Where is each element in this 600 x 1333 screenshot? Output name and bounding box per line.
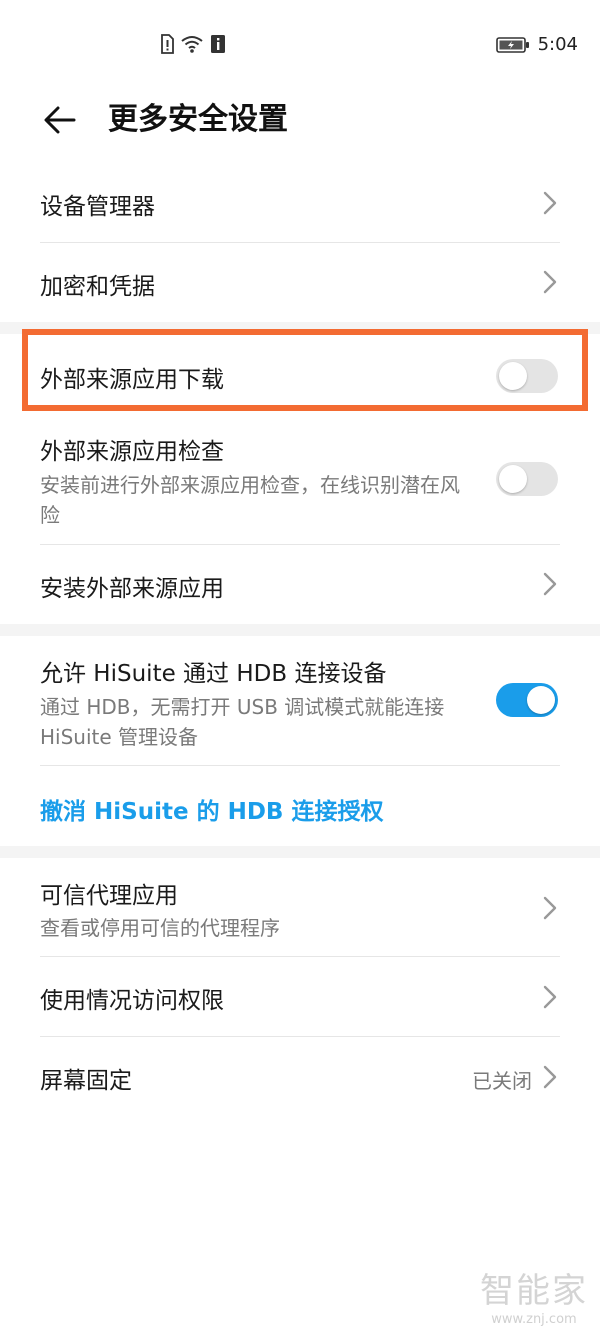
status-icons [160,34,226,54]
section-gap [0,624,600,636]
chevron-right-icon [543,896,557,920]
toggle-knob [499,465,527,493]
item-label: 安装外部来源应用 [40,576,224,602]
settings-item-screen-pin[interactable]: 屏幕固定 已关闭 [40,1037,560,1117]
highlight-box [22,329,588,411]
app-bar: 更多安全设置 [0,90,600,150]
hisuite-toggle[interactable] [496,683,558,717]
item-description: 查看或停用可信的代理程序 [40,916,280,940]
chevron-right-icon [543,270,557,294]
settings-item-external-check[interactable]: 外部来源应用检查 安装前进行外部来源应用检查，在线识别潜在风险 [40,420,560,544]
battery-charging-icon [495,36,529,53]
item-label: 加密和凭据 [40,274,155,300]
chevron-right-icon [543,191,557,215]
item-label: 屏幕固定 [40,1068,132,1094]
wifi-icon [181,36,203,53]
item-description: 通过 HDB，无需打开 USB 调试模式就能连接 HiSuite 管理设备 [40,695,445,749]
clock: 5:04 [537,34,578,55]
settings-item-trust-agent[interactable]: 可信代理应用 查看或停用可信的代理程序 [40,860,560,956]
sim-alert-icon [161,34,174,54]
screen-pin-value: 已关闭 [472,1069,532,1093]
chevron-right-icon [543,1065,557,1089]
toggle-knob [527,686,555,714]
divider [40,765,560,766]
status-bar: 5:04 [0,0,600,90]
item-label: 可信代理应用 [40,883,178,909]
arrow-left-icon [44,106,76,134]
external-check-toggle[interactable] [496,462,558,496]
settings-item-hisuite[interactable]: 允许 HiSuite 通过 HDB 连接设备 通过 HDB，无需打开 USB 调… [40,638,560,764]
watermark-url: www.znj.com [491,1312,577,1327]
settings-item-usage-access[interactable]: 使用情况访问权限 [40,957,560,1037]
chevron-right-icon [543,572,557,596]
watermark-name: 智能家 [480,1271,588,1311]
item-label: 设备管理器 [40,194,155,220]
settings-item-install-external[interactable]: 安装外部来源应用 [40,545,560,623]
section-gap [0,846,600,858]
chevron-right-icon [543,985,557,1009]
watermark: 智能家 www.znj.com [480,1263,588,1327]
settings-item-encryption[interactable]: 加密和凭据 [40,243,560,321]
item-description: 安装前进行外部来源应用检查，在线识别潜在风险 [40,473,460,527]
back-button[interactable] [38,98,82,142]
revoke-hisuite-link[interactable]: 撤消 HiSuite 的 HDB 连接授权 [40,792,383,826]
settings-item-device-manager[interactable]: 设备管理器 [40,163,560,243]
item-label: 使用情况访问权限 [40,988,224,1014]
item-label: 允许 HiSuite 通过 HDB 连接设备 [40,661,387,687]
info-icon [211,35,225,53]
status-right: 5:04 [495,34,578,55]
item-label: 外部来源应用检查 [40,439,224,465]
page-title: 更多安全设置 [108,102,288,137]
